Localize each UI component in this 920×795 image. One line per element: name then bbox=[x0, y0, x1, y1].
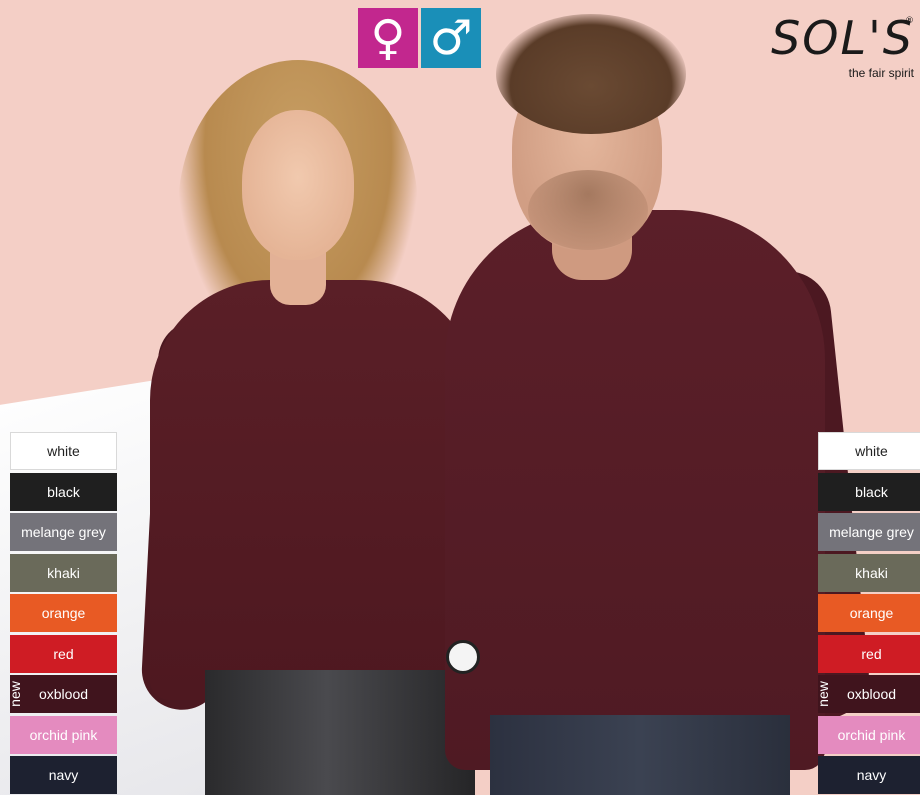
swatch-label: orchid pink bbox=[837, 726, 906, 743]
swatch-label: red bbox=[861, 645, 882, 662]
swatch-white[interactable]: white bbox=[818, 432, 920, 470]
registered-mark: ® bbox=[905, 16, 914, 26]
new-badge-text: new bbox=[815, 681, 831, 707]
man-longsleeve-tshirt bbox=[445, 210, 825, 770]
swatch-melange-grey[interactable]: melange grey bbox=[10, 513, 117, 551]
swatch-label: khaki bbox=[855, 564, 888, 581]
swatch-label: melange grey bbox=[829, 524, 914, 540]
swatch-label: white bbox=[855, 443, 888, 459]
swatch-navy[interactable]: navy bbox=[10, 756, 117, 794]
color-swatches-men: white black melange grey khaki orange re… bbox=[815, 432, 920, 795]
swatch-orange[interactable]: orange bbox=[818, 594, 920, 632]
swatch-navy[interactable]: navy bbox=[818, 756, 920, 794]
female-icon: ♀ bbox=[358, 8, 418, 68]
swatch-label: oxblood bbox=[38, 686, 89, 702]
man-hair bbox=[496, 14, 686, 134]
woman-longsleeve-tshirt bbox=[150, 280, 480, 700]
swatch-label: navy bbox=[856, 767, 887, 783]
color-swatches-women: white black melange grey khaki orange re… bbox=[7, 432, 117, 795]
swatch-label: red bbox=[53, 645, 74, 662]
swatch-label: khaki bbox=[47, 564, 80, 581]
swatch-label: black bbox=[855, 483, 888, 500]
man-jeans bbox=[490, 715, 790, 795]
swatch-black[interactable]: black bbox=[818, 472, 920, 511]
swatch-label: oxblood bbox=[846, 686, 897, 702]
brand-logo: SOL'S ® the fair spirit bbox=[754, 10, 914, 90]
swatch-white[interactable]: white bbox=[10, 432, 117, 470]
swatch-melange-grey[interactable]: melange grey bbox=[818, 513, 920, 551]
swatch-orchid-pink[interactable]: orchid pink bbox=[818, 715, 920, 754]
brand-tagline: the fair spirit bbox=[848, 66, 914, 80]
product-visual: ♀ ♂ SOL'S ® the fair spirit white black … bbox=[0, 0, 920, 795]
swatch-red[interactable]: red bbox=[10, 634, 117, 673]
swatch-oxblood[interactable]: new oxblood bbox=[815, 675, 920, 713]
wristwatch bbox=[446, 640, 480, 674]
swatch-label: black bbox=[47, 483, 80, 500]
woman-leather-skirt bbox=[205, 670, 475, 795]
new-badge-text: new bbox=[7, 681, 23, 707]
swatch-label: navy bbox=[48, 767, 79, 783]
swatch-label: orange bbox=[41, 605, 86, 621]
swatch-label: melange grey bbox=[21, 524, 106, 540]
swatch-red[interactable]: red bbox=[818, 634, 920, 673]
swatch-label: orange bbox=[849, 605, 894, 621]
swatch-oxblood[interactable]: new oxblood bbox=[7, 675, 117, 713]
swatch-label: orchid pink bbox=[29, 726, 98, 743]
new-badge: new bbox=[815, 675, 831, 713]
swatch-khaki[interactable]: khaki bbox=[10, 553, 117, 592]
man-beard bbox=[528, 170, 648, 250]
new-badge: new bbox=[7, 675, 23, 713]
swatch-black[interactable]: black bbox=[10, 472, 117, 511]
swatch-khaki[interactable]: khaki bbox=[818, 553, 920, 592]
male-icon: ♂ bbox=[421, 8, 481, 68]
swatch-label: white bbox=[47, 443, 80, 459]
swatch-orange[interactable]: orange bbox=[10, 594, 117, 632]
swatch-orchid-pink[interactable]: orchid pink bbox=[10, 715, 117, 754]
brand-logo-wordmark: SOL'S bbox=[771, 11, 914, 65]
woman-face bbox=[242, 110, 354, 260]
